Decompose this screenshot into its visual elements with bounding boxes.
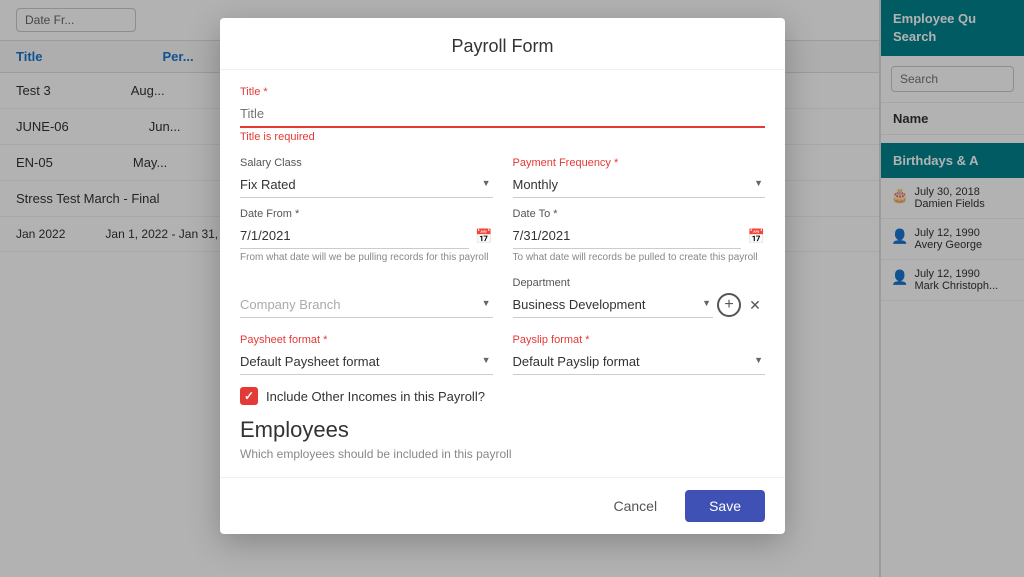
department-add-button[interactable]: + — [717, 293, 741, 317]
payroll-form-modal: Payroll Form Title * Title is required S… — [220, 18, 785, 534]
department-row: Business Development HR Finance IT + ✕ — [513, 292, 766, 318]
department-label: Department — [513, 277, 766, 289]
title-input[interactable] — [240, 101, 765, 128]
branch-dept-row: Company Branch Branch 1 Branch 2 Departm… — [240, 277, 765, 318]
date-from-calendar-icon[interactable]: 📅 — [475, 228, 492, 245]
payslip-format-field: Payslip format * Default Payslip format — [513, 334, 766, 375]
paysheet-format-label: Paysheet format * — [240, 334, 493, 346]
include-other-incomes-checkbox[interactable] — [240, 387, 258, 405]
salary-frequency-row: Salary Class Fix Rated Hourly Commission… — [240, 157, 765, 198]
date-to-input-wrap[interactable]: 📅 — [513, 223, 766, 249]
date-from-label: Date From * — [240, 208, 493, 220]
company-branch-select-wrapper[interactable]: Company Branch Branch 1 Branch 2 — [240, 292, 493, 318]
modal-title: Payroll Form — [220, 18, 785, 70]
employees-section: Employees Which employees should be incl… — [240, 417, 765, 461]
payslip-format-select[interactable]: Default Payslip format — [513, 349, 766, 375]
employees-section-title: Employees — [240, 417, 765, 443]
date-from-hint: From what date will we be pulling record… — [240, 252, 493, 263]
paysheet-format-field: Paysheet format * Default Paysheet forma… — [240, 334, 493, 375]
date-from-input-wrap[interactable]: 📅 — [240, 223, 493, 249]
paysheet-format-select-wrapper[interactable]: Default Paysheet format — [240, 349, 493, 375]
department-select-wrapper[interactable]: Business Development HR Finance IT — [513, 292, 714, 318]
department-remove-button[interactable]: ✕ — [745, 295, 765, 315]
payslip-format-label: Payslip format * — [513, 334, 766, 346]
salary-class-select-wrapper[interactable]: Fix Rated Hourly Commission — [240, 172, 493, 198]
department-field: Department Business Development HR Finan… — [513, 277, 766, 318]
payment-frequency-select-wrapper[interactable]: Monthly Weekly Bi-Weekly — [513, 172, 766, 198]
salary-class-label: Salary Class — [240, 157, 493, 169]
format-row: Paysheet format * Default Paysheet forma… — [240, 334, 765, 375]
payment-frequency-select[interactable]: Monthly Weekly Bi-Weekly — [513, 172, 766, 198]
date-to-input[interactable] — [513, 223, 742, 249]
department-select[interactable]: Business Development HR Finance IT — [513, 292, 714, 318]
paysheet-format-select[interactable]: Default Paysheet format — [240, 349, 493, 375]
title-label: Title * — [240, 86, 765, 98]
date-to-label: Date To * — [513, 208, 766, 220]
date-from-field: Date From * 📅 From what date will we be … — [240, 208, 493, 263]
date-to-calendar-icon[interactable]: 📅 — [748, 228, 765, 245]
date-to-hint: To what date will records be pulled to c… — [513, 252, 766, 263]
payment-frequency-field: Payment Frequency * Monthly Weekly Bi-We… — [513, 157, 766, 198]
payment-frequency-label: Payment Frequency * — [513, 157, 766, 169]
title-field: Title * Title is required — [240, 86, 765, 143]
date-to-field: Date To * 📅 To what date will records be… — [513, 208, 766, 263]
include-other-incomes-row[interactable]: Include Other Incomes in this Payroll? — [240, 387, 765, 405]
date-from-input[interactable] — [240, 223, 469, 249]
modal-body: Title * Title is required Salary Class F… — [220, 70, 785, 477]
dates-row: Date From * 📅 From what date will we be … — [240, 208, 765, 263]
employees-section-subtitle: Which employees should be included in th… — [240, 447, 765, 461]
title-error-message: Title is required — [240, 131, 765, 143]
company-branch-select[interactable]: Company Branch Branch 1 Branch 2 — [240, 292, 493, 318]
salary-class-select[interactable]: Fix Rated Hourly Commission — [240, 172, 493, 198]
payslip-format-select-wrapper[interactable]: Default Payslip format — [513, 349, 766, 375]
save-button[interactable]: Save — [685, 490, 765, 522]
company-branch-field: Company Branch Branch 1 Branch 2 — [240, 292, 493, 318]
salary-class-field: Salary Class Fix Rated Hourly Commission — [240, 157, 493, 198]
modal-footer: Cancel Save — [220, 477, 785, 534]
include-other-incomes-label: Include Other Incomes in this Payroll? — [266, 389, 485, 404]
cancel-button[interactable]: Cancel — [597, 490, 673, 522]
